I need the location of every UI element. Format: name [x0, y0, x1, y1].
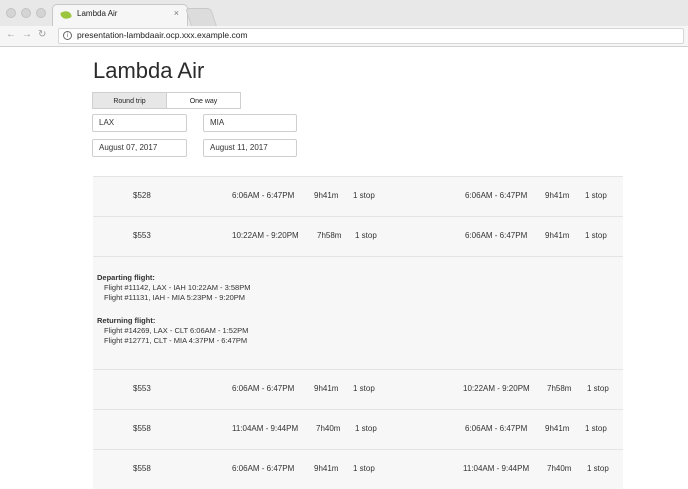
return-duration: 9h41m	[545, 424, 570, 433]
flight-option-row[interactable]: $558 6:06AM - 6:47PM 9h41m 1 stop 11:04A…	[93, 449, 623, 489]
returning-segment: Flight #14269, LAX - CLT 6:06AM - 1:52PM	[104, 326, 249, 335]
return-duration: 7h58m	[547, 384, 572, 393]
reload-icon[interactable]: ↻	[38, 29, 46, 40]
url-text: presentation-lambdaair.ocp.xxx.example.c…	[77, 30, 248, 40]
departing-segment: Flight #11131, IAH - MIA 5:23PM - 9:20PM	[104, 293, 246, 302]
return-duration: 9h41m	[545, 231, 570, 240]
outbound-duration: 7h40m	[316, 424, 341, 433]
flight-option-row[interactable]: $528 6:06AM - 6:47PM 9h41m 1 stop 6:06AM…	[93, 176, 623, 216]
new-tab-button[interactable]	[185, 8, 217, 26]
return-times: 6:06AM - 6:47PM	[465, 231, 528, 240]
returning-header: Returning flight:	[97, 316, 156, 325]
browser-tab[interactable]: Lambda Air ×	[52, 4, 188, 26]
return-times: 6:06AM - 6:47PM	[465, 191, 528, 200]
outbound-duration: 9h41m	[314, 464, 339, 473]
info-icon[interactable]: i	[63, 31, 72, 40]
return-times: 10:22AM - 9:20PM	[463, 384, 530, 393]
return-duration: 7h40m	[547, 464, 572, 473]
outbound-stops: 1 stop	[353, 464, 375, 473]
return-duration: 9h41m	[545, 191, 570, 200]
close-window-button[interactable]	[6, 8, 16, 18]
url-input[interactable]: i presentation-lambdaair.ocp.xxx.example…	[58, 28, 684, 44]
minimize-window-button[interactable]	[21, 8, 31, 18]
outbound-duration: 9h41m	[314, 191, 339, 200]
flight-details-panel: Departing flight: Flight #11142, LAX - I…	[93, 256, 623, 369]
returning-segment: Flight #12771, CLT - MIA 4:37PM - 6:47PM	[104, 336, 248, 345]
depart-date-input[interactable]: August 07, 2017	[92, 139, 187, 157]
outbound-stops: 1 stop	[353, 191, 375, 200]
outbound-times: 6:06AM - 6:47PM	[232, 464, 295, 473]
outbound-times: 6:06AM - 6:47PM	[232, 191, 295, 200]
outbound-stops: 1 stop	[355, 231, 377, 240]
return-stops: 1 stop	[585, 424, 607, 433]
return-date-input[interactable]: August 11, 2017	[203, 139, 297, 157]
return-stops: 1 stop	[585, 231, 607, 240]
price: $558	[133, 424, 151, 433]
outbound-stops: 1 stop	[355, 424, 377, 433]
outbound-times: 10:22AM - 9:20PM	[232, 231, 299, 240]
flight-option-row[interactable]: $553 6:06AM - 6:47PM 9h41m 1 stop 10:22A…	[93, 369, 623, 409]
forward-arrow-icon[interactable]: →	[22, 29, 32, 40]
zoom-window-button[interactable]	[36, 8, 46, 18]
return-stops: 1 stop	[585, 191, 607, 200]
tab-close-icon[interactable]: ×	[174, 8, 179, 18]
price: $558	[133, 464, 151, 473]
one-way-toggle[interactable]: One way	[166, 92, 241, 109]
page-title: Lambda Air	[93, 58, 205, 83]
return-times: 11:04AM - 9:44PM	[463, 464, 530, 473]
round-trip-toggle[interactable]: Round trip	[92, 92, 167, 109]
return-stops: 1 stop	[587, 384, 609, 393]
tab-title: Lambda Air	[77, 9, 118, 18]
lambda-leaf-icon	[59, 9, 73, 21]
outbound-stops: 1 stop	[353, 384, 375, 393]
outbound-times: 6:06AM - 6:47PM	[232, 384, 295, 393]
price: $528	[133, 191, 151, 200]
flight-option-row[interactable]: $558 11:04AM - 9:44PM 7h40m 1 stop 6:06A…	[93, 409, 623, 449]
price: $553	[133, 384, 151, 393]
return-stops: 1 stop	[587, 464, 609, 473]
destination-input[interactable]: MIA	[203, 114, 297, 132]
back-arrow-icon[interactable]: ←	[6, 29, 16, 40]
price: $553	[133, 231, 151, 240]
departing-segment: Flight #11142, LAX - IAH 10:22AM - 3:58P…	[104, 283, 251, 292]
browser-tab-strip: Lambda Air ×	[0, 0, 688, 27]
flight-option-row[interactable]: $553 10:22AM - 9:20PM 7h58m 1 stop 6:06A…	[93, 216, 623, 256]
departing-header: Departing flight:	[97, 273, 155, 282]
outbound-times: 11:04AM - 9:44PM	[232, 424, 299, 433]
origin-input[interactable]: LAX	[92, 114, 187, 132]
return-times: 6:06AM - 6:47PM	[465, 424, 528, 433]
outbound-duration: 7h58m	[317, 231, 342, 240]
results-list: $528 6:06AM - 6:47PM 9h41m 1 stop 6:06AM…	[93, 176, 623, 489]
address-bar: ← → ↻ i presentation-lambdaair.ocp.xxx.e…	[0, 26, 688, 47]
outbound-duration: 9h41m	[314, 384, 339, 393]
